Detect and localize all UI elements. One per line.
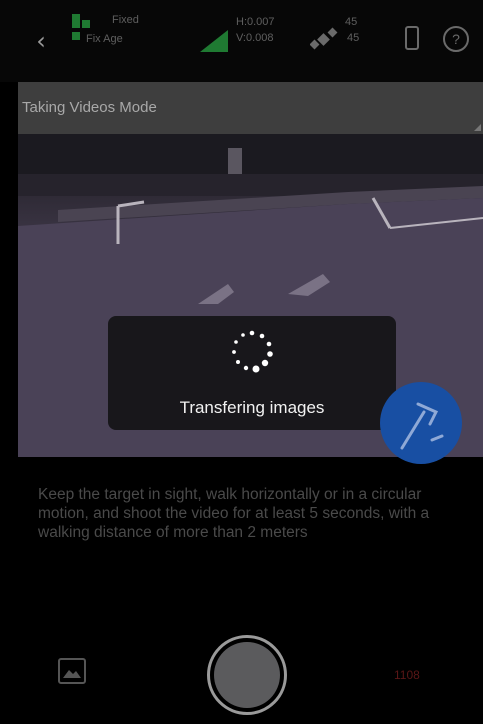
gallery-icon[interactable] (58, 658, 86, 684)
loading-spinner-icon (232, 330, 273, 373)
survey-pole-icon (400, 402, 444, 450)
measure-tool-button[interactable] (380, 382, 462, 464)
mode-bar[interactable]: Taking Videos Mode (18, 82, 483, 134)
horizontal-precision: H:0.007 (236, 16, 275, 28)
resize-corner-icon (474, 124, 481, 131)
instruction-text: Keep the target in sight, walk horizonta… (38, 486, 430, 541)
fix-age-label: Fix Age (86, 33, 123, 45)
back-icon[interactable]: ‹ (30, 29, 52, 53)
satellite-icon (310, 27, 338, 50)
rtk-signal-icon (200, 30, 228, 52)
battery-icon (405, 26, 419, 50)
fix-status-label: Fixed (112, 14, 139, 26)
status-bar: ‹ Fixed Fix Age H:0.007 V:0.008 45 45 ? (0, 0, 483, 82)
shutter-button[interactable] (214, 642, 280, 708)
recording-timer: 1108 (394, 668, 420, 682)
vertical-precision: V:0.008 (236, 32, 274, 44)
image-thumbnail-icon (63, 670, 81, 678)
dialog-message: Transfering images (179, 398, 325, 417)
mode-label: Taking Videos Mode (22, 99, 157, 116)
satellite-count-used: 45 (345, 16, 358, 28)
satellite-count-visible: 45 (347, 32, 360, 44)
help-icon[interactable]: ? (443, 26, 469, 52)
